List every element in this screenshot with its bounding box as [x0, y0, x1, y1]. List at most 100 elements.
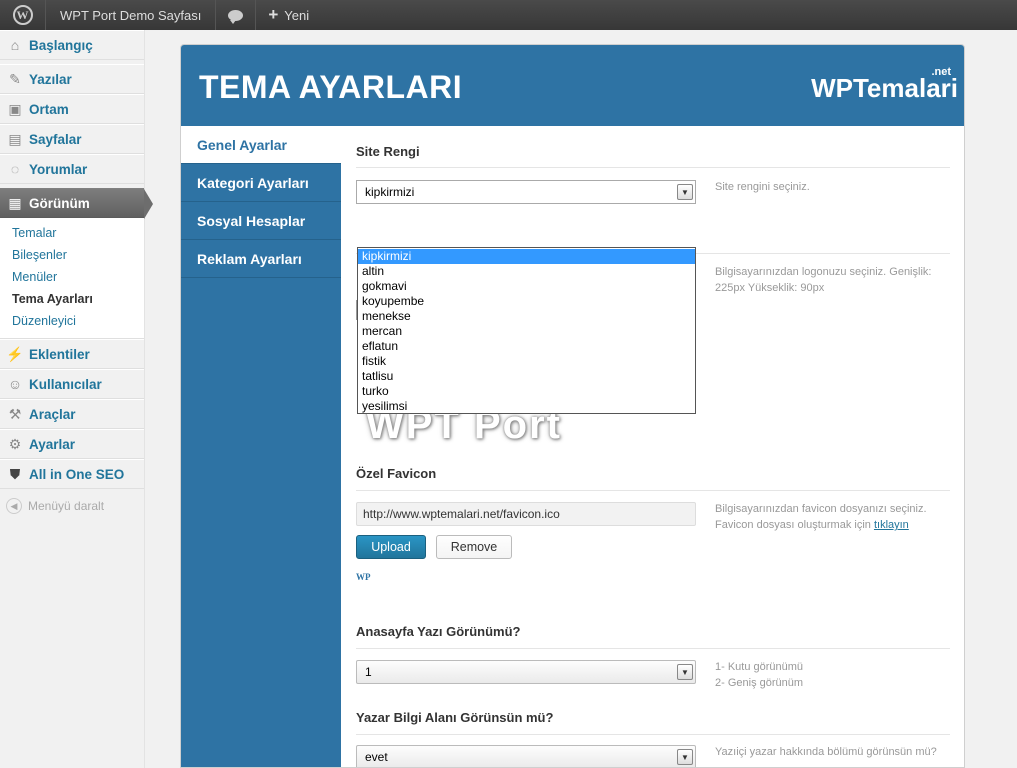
chevron-down-icon: ▼ — [677, 664, 693, 680]
author-box-value: evet — [365, 750, 388, 764]
comments-button[interactable] — [216, 0, 257, 30]
menu-settings-label: Ayarlar — [29, 436, 76, 452]
color-option[interactable]: turko — [358, 384, 695, 399]
comment-icon: ◌ — [10, 161, 20, 177]
favicon-url-input[interactable]: http://www.wptemalari.net/favicon.ico — [356, 502, 696, 526]
menu-appearance[interactable]: ▦ Görünüm — [0, 188, 153, 219]
new-content-label: Yeni — [284, 7, 310, 23]
admin-bar: W WPT Port Demo Sayfası + Yeni — [0, 0, 1017, 30]
submenu-theme-settings[interactable]: Tema Ayarları — [0, 288, 144, 310]
site-color-value: kipkirmizi — [365, 185, 415, 199]
chevron-down-icon: ▼ — [677, 749, 693, 765]
menu-seo-label: All in One SEO — [29, 466, 125, 482]
users-icon: ☺ — [7, 376, 23, 392]
remove-button[interactable]: Remove — [436, 535, 512, 559]
color-option[interactable]: koyupembe — [358, 294, 695, 309]
homepage-view-help: 1- Kutu görünümü 2- Geniş görünüm — [715, 659, 945, 691]
site-color-dropdown: kipkirmizi altin gokmavi koyupembe menek… — [357, 247, 696, 414]
favicon-title: Özel Favicon — [356, 466, 437, 481]
menu-comments[interactable]: ◌ Yorumlar — [0, 154, 144, 184]
favicon-help-text: Favicon dosyası oluşturmak için — [715, 519, 874, 531]
appearance-icon: ▦ — [8, 194, 22, 211]
homepage-view-select[interactable]: 1 ▼ — [356, 660, 696, 684]
tab-category[interactable]: Kategori Ayarları — [181, 164, 341, 202]
home-icon: ⌂ — [10, 37, 20, 53]
settings-content: Site Rengi kipkirmizi ▼ Site rengini seç… — [341, 126, 964, 767]
collapse-menu-button[interactable]: ◀ Menüyü daralt — [0, 489, 144, 523]
menu-users-label: Kullanıcılar — [29, 376, 102, 392]
media-icon: ▣ — [8, 100, 22, 117]
menu-appearance-label: Görünüm — [29, 195, 90, 211]
submenu-editor[interactable]: Düzenleyici — [0, 310, 144, 332]
color-option[interactable]: eflatun — [358, 339, 695, 354]
menu-plugins-label: Eklentiler — [29, 346, 90, 362]
divider — [356, 648, 950, 649]
admin-sidebar: ⌂ Başlangıç ✎ Yazılar ▣ Ortam ▤ Sayfalar… — [0, 30, 153, 768]
menu-plugins[interactable]: ⚡ Eklentiler — [0, 339, 144, 369]
site-color-select[interactable]: kipkirmizi ▼ — [356, 180, 696, 204]
menu-comments-label: Yorumlar — [29, 161, 88, 177]
wordpress-logo-button[interactable]: W — [0, 0, 46, 30]
color-option[interactable]: menekse — [358, 309, 695, 324]
menu-dashboard[interactable]: ⌂ Başlangıç — [0, 30, 144, 60]
menu-settings[interactable]: ⚙ Ayarlar — [0, 429, 144, 459]
color-option[interactable]: altin — [358, 264, 695, 279]
collapse-menu-label: Menüyü daralt — [28, 499, 105, 513]
wordpress-icon: W — [12, 5, 33, 25]
comment-bubble-icon — [228, 9, 244, 24]
menu-users[interactable]: ☺ Kullanıcılar — [0, 369, 144, 399]
tools-icon: ⚒ — [8, 405, 22, 422]
color-option[interactable]: tatlisu — [358, 369, 695, 384]
plus-icon: + — [268, 5, 279, 24]
tab-social[interactable]: Sosyal Hesaplar — [181, 202, 341, 240]
pages-icon: ▤ — [8, 130, 22, 147]
color-option[interactable]: mercan — [358, 324, 695, 339]
favicon-preview: WP — [356, 572, 371, 582]
theme-settings-panel: TEMA AYARLARI .net WPTemalari Genel Ayar… — [180, 44, 965, 768]
settings-tabs: Genel Ayarlar Kategori Ayarları Sosyal H… — [181, 126, 341, 767]
appearance-submenu: Temalar Bileşenler Menüler Tema Ayarları… — [0, 218, 144, 339]
author-box-title: Yazar Bilgi Alanı Görünsün mü? — [356, 710, 554, 725]
favicon-help-line2: Favicon dosyası oluşturmak için tıklayın — [715, 517, 945, 533]
site-color-help: Site rengini seçiniz. — [715, 181, 810, 193]
divider — [356, 490, 950, 491]
favicon-help: Bilgisayarınızdan favicon dosyanızı seçi… — [715, 501, 945, 533]
collapse-arrow-icon: ◀ — [6, 498, 22, 514]
author-box-help: Yazıiçi yazar hakkında bölümü görünsün m… — [715, 746, 937, 758]
menu-tools[interactable]: ⚒ Araçlar — [0, 399, 144, 429]
menu-pages[interactable]: ▤ Sayfalar — [0, 124, 144, 154]
color-option[interactable]: fistik — [358, 354, 695, 369]
plugin-icon: ⚡ — [6, 345, 24, 362]
color-option[interactable]: yesilimsi — [358, 399, 695, 414]
brand-logo: WPTemalari — [811, 73, 958, 103]
menu-media-label: Ortam — [29, 101, 69, 117]
homepage-view-title: Anasayfa Yazı Görünümü? — [356, 624, 521, 639]
author-box-select[interactable]: evet ▼ — [356, 745, 696, 767]
submenu-menus[interactable]: Menüler — [0, 266, 144, 288]
site-name-link[interactable]: WPT Port Demo Sayfası — [46, 0, 217, 30]
divider — [356, 167, 950, 168]
menu-tools-label: Araçlar — [29, 406, 76, 422]
upload-button[interactable]: Upload — [356, 535, 426, 559]
menu-media[interactable]: ▣ Ortam — [0, 94, 144, 124]
site-color-title: Site Rengi — [356, 144, 420, 159]
homepage-view-value: 1 — [365, 665, 372, 679]
shield-icon: ⛊ — [9, 465, 21, 482]
tab-general[interactable]: Genel Ayarlar — [181, 126, 341, 164]
tab-ads[interactable]: Reklam Ayarları — [181, 240, 341, 278]
pin-icon: ✎ — [9, 70, 21, 87]
color-option[interactable]: kipkirmizi — [358, 249, 695, 264]
submenu-themes[interactable]: Temalar — [0, 222, 144, 244]
page-title: TEMA AYARLARI — [199, 69, 463, 105]
submenu-widgets[interactable]: Bileşenler — [0, 244, 144, 266]
color-option[interactable]: gokmavi — [358, 279, 695, 294]
panel-header: TEMA AYARLARI .net WPTemalari — [181, 45, 964, 126]
logo-help: Bilgisayarınızdan logonuzu seçiniz. Geni… — [715, 266, 932, 294]
favicon-create-link[interactable]: tıklayın — [874, 519, 909, 531]
menu-seo[interactable]: ⛊ All in One SEO — [0, 459, 144, 489]
menu-posts-label: Yazılar — [29, 71, 72, 87]
new-content-button[interactable]: + Yeni — [256, 0, 321, 30]
homepage-view-help-line2: 2- Geniş görünüm — [715, 677, 804, 689]
chevron-down-icon: ▼ — [677, 184, 693, 200]
menu-posts[interactable]: ✎ Yazılar — [0, 64, 144, 94]
